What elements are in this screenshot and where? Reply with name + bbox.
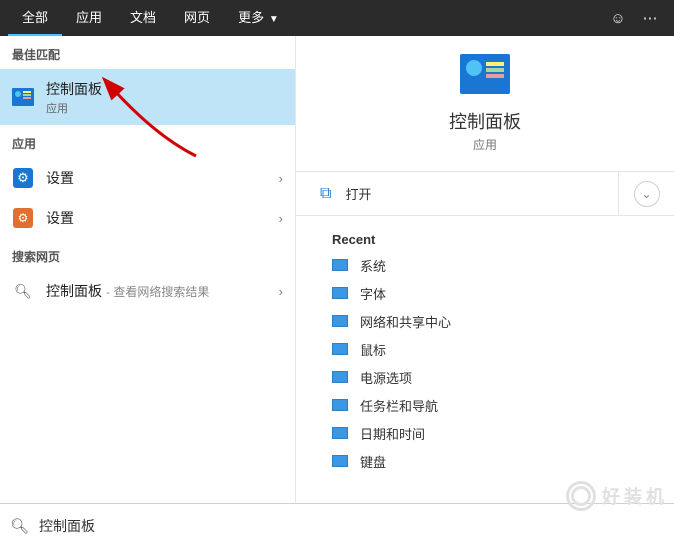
feedback-icon[interactable]: ☺ — [602, 10, 634, 27]
control-panel-icon — [12, 86, 34, 108]
recent-heading: Recent — [296, 216, 674, 251]
recent-item[interactable]: 系统 — [296, 251, 674, 279]
chevron-right-icon: › — [279, 171, 283, 186]
recent-item[interactable]: 任务栏和导航 — [296, 391, 674, 419]
more-options-icon[interactable]: ⋯ — [634, 9, 666, 27]
chevron-down-icon: ▼ — [266, 14, 279, 25]
panel-item-icon — [332, 427, 348, 439]
recent-item[interactable]: 鼠标 — [296, 335, 674, 363]
preview-title: 控制面板 — [296, 108, 674, 134]
open-button[interactable]: ⧉ 打开 — [296, 184, 618, 203]
preview-actions: ⧉ 打开 ⌄ — [296, 172, 674, 216]
search-icon: 🔍︎ — [12, 280, 34, 302]
results-list: 最佳匹配 控制面板 应用 应用 ⚙ 设置 › ⚙ 设置 › 搜索网页 🔍︎ 控制… — [0, 36, 296, 503]
recent-item[interactable]: 键盘 — [296, 447, 674, 475]
tab-docs[interactable]: 文档 — [116, 0, 170, 36]
open-icon: ⧉ — [320, 185, 331, 203]
panel-item-icon — [332, 287, 348, 299]
tab-more[interactable]: 更多 ▼ — [224, 0, 293, 36]
preview-header: 控制面板 应用 — [296, 54, 674, 172]
result-subtitle: 应用 — [46, 100, 283, 116]
section-apps: 应用 — [0, 125, 295, 158]
control-panel-icon — [460, 54, 510, 94]
section-best-match: 最佳匹配 — [0, 36, 295, 69]
result-control-panel[interactable]: 控制面板 应用 — [0, 69, 295, 125]
gear-icon: ⚙ — [12, 167, 34, 189]
expand-actions-button[interactable]: ⌄ — [618, 172, 674, 216]
result-title: 设置 — [46, 208, 279, 228]
gear-icon: ⚙ — [12, 207, 34, 229]
recent-item[interactable]: 电源选项 — [296, 363, 674, 391]
preview-subtitle: 应用 — [296, 136, 674, 153]
search-icon: 🔍︎ — [10, 517, 29, 535]
result-subtitle: - 查看网络搜索结果 — [106, 283, 209, 300]
recent-item[interactable]: 字体 — [296, 279, 674, 307]
chevron-right-icon: › — [279, 284, 283, 299]
result-title: 控制面板 — [46, 79, 283, 99]
tab-all[interactable]: 全部 — [8, 0, 62, 36]
search-bar: 🔍︎ — [0, 503, 674, 547]
tab-apps[interactable]: 应用 — [62, 0, 116, 36]
search-filter-tabs: 全部 应用 文档 网页 更多 ▼ ☺ ⋯ — [0, 0, 674, 36]
panel-item-icon — [332, 315, 348, 327]
result-settings-2[interactable]: ⚙ 设置 › — [0, 198, 295, 238]
section-web: 搜索网页 — [0, 238, 295, 271]
panel-item-icon — [332, 455, 348, 467]
search-input[interactable] — [39, 518, 664, 534]
panel-item-icon — [332, 343, 348, 355]
result-web-search[interactable]: 🔍︎ 控制面板 - 查看网络搜索结果 › — [0, 271, 295, 311]
panel-item-icon — [332, 371, 348, 383]
preview-pane: 控制面板 应用 ⧉ 打开 ⌄ Recent 系统 字体 网络和共享中心 鼠标 电… — [296, 36, 674, 503]
panel-item-icon — [332, 259, 348, 271]
result-title: 控制面板 — [46, 281, 102, 301]
panel-item-icon — [332, 399, 348, 411]
search-results-body: 最佳匹配 控制面板 应用 应用 ⚙ 设置 › ⚙ 设置 › 搜索网页 🔍︎ 控制… — [0, 36, 674, 503]
tab-web[interactable]: 网页 — [170, 0, 224, 36]
recent-item[interactable]: 日期和时间 — [296, 419, 674, 447]
result-title: 设置 — [46, 168, 279, 188]
chevron-right-icon: › — [279, 211, 283, 226]
chevron-down-icon: ⌄ — [634, 181, 660, 207]
result-settings-1[interactable]: ⚙ 设置 › — [0, 158, 295, 198]
recent-item[interactable]: 网络和共享中心 — [296, 307, 674, 335]
